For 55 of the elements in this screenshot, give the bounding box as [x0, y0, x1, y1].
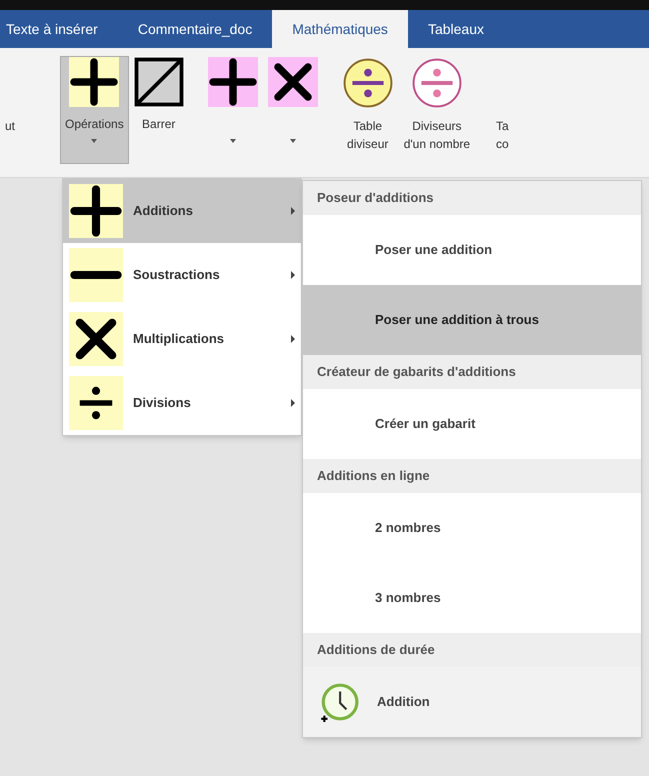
menu-item[interactable]: Additions: [63, 179, 301, 243]
ribbon-label: diviseur: [347, 136, 388, 153]
multiply-icon: [268, 57, 318, 107]
ribbon-button[interactable]: Barrer: [128, 56, 189, 164]
ribbon-button[interactable]: Opérations: [60, 56, 129, 164]
menu-section-header: Créateur de gabarits d'additions: [303, 355, 641, 389]
submenu-arrow-icon: [291, 335, 295, 343]
divide-icon: [69, 376, 123, 430]
multiply-icon: [69, 312, 123, 366]
menu-label: Additions: [133, 202, 194, 220]
ribbon-button[interactable]: ut: [0, 56, 50, 164]
caret-icon: [91, 139, 98, 143]
strikethrough-icon: [134, 57, 184, 107]
menu-item[interactable]: Créer un gabarit: [303, 389, 641, 459]
menu-item[interactable]: Multiplications: [63, 307, 301, 371]
menu-item[interactable]: Poser une addition à trous: [303, 285, 641, 355]
menu-label: Divisions: [133, 394, 192, 412]
divide-icon: [410, 57, 463, 109]
menu-item[interactable]: Soustractions: [63, 243, 301, 307]
submenu-arrow-icon: [291, 207, 295, 215]
plus-icon: [69, 57, 120, 107]
ribbon-label: Ta: [496, 118, 509, 135]
ribbon-label: Barrer: [142, 116, 176, 133]
ribbon-tab[interactable]: Texte à insérer: [0, 10, 118, 48]
menu-item[interactable]: 3 nombres: [303, 563, 641, 633]
ribbon-label: Opérations: [65, 116, 124, 133]
ribbon-button[interactable]: Diviseurs d'un nombre: [398, 56, 476, 164]
ribbon-label: Table: [353, 118, 382, 135]
menu-label: Addition: [377, 693, 430, 712]
menu-label: Multiplications: [133, 330, 225, 348]
ribbon-button[interactable]: Table diviseur: [336, 56, 399, 164]
ribbon-tab[interactable]: Commentaire_doc: [118, 10, 272, 48]
ribbon-label: d'un nombre: [404, 136, 470, 153]
menu-item[interactable]: 2 nombres: [303, 493, 641, 563]
menu-item[interactable]: Poser une addition: [303, 215, 641, 285]
caret-icon: [230, 139, 236, 143]
ribbon-tab[interactable]: Mathématiques: [272, 10, 408, 48]
plus-icon: [69, 184, 123, 238]
ribbon-label: Diviseurs: [412, 118, 462, 135]
menu-section-header: Additions de durée: [303, 633, 641, 667]
ribbon-button[interactable]: Ta co: [491, 56, 514, 164]
ribbon-tab[interactable]: Tableaux: [408, 10, 504, 48]
submenu-arrow-icon: [291, 399, 295, 407]
menu-label: Soustractions: [133, 266, 221, 284]
menu-item[interactable]: Addition: [303, 667, 641, 737]
ribbon-label: co: [496, 136, 509, 153]
divide-icon: [342, 57, 394, 109]
caret-icon: [290, 139, 296, 143]
plus-icon: [208, 57, 258, 107]
menu-item[interactable]: Divisions: [63, 371, 301, 435]
menu-section-header: Poseur d'additions: [303, 181, 641, 215]
submenu-arrow-icon: [291, 271, 295, 279]
menu-section-header: Additions en ligne: [303, 459, 641, 493]
ribbon-label: ut: [5, 118, 16, 135]
minus-icon: [69, 248, 123, 302]
